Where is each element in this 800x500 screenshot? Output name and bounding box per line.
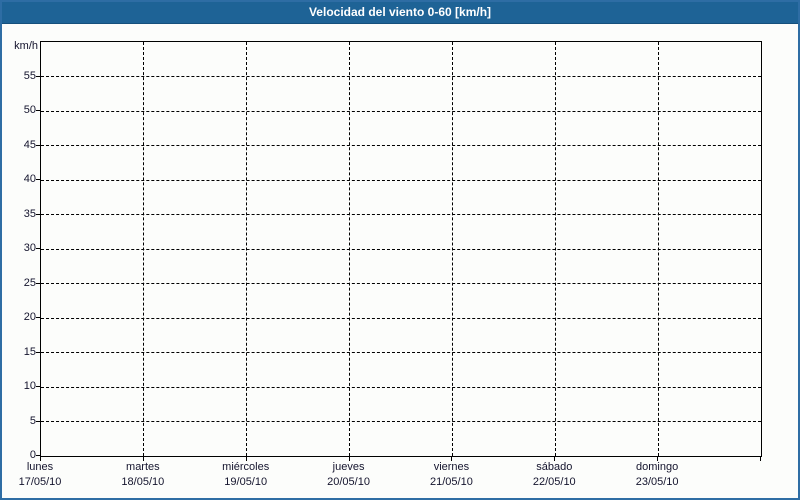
x-gridline [657,42,659,456]
y-gridline [41,110,761,112]
x-gridline [451,42,453,456]
y-axis-tick [36,110,41,111]
y-axis-tick [36,213,41,215]
day-date: 23/05/10 [635,476,679,488]
y-axis-tick-label: 55 [23,69,36,82]
day-name: miércoles [222,461,270,473]
y-gridline [41,421,761,422]
day-date: 20/05/10 [327,476,370,488]
y-axis-tick-label: 50 [23,104,36,116]
y-axis-tick [36,420,41,422]
y-axis-tick-label: 25 [23,276,36,289]
chart-canvas: km/h 0 5 10 15 20 25 30 35 40 45 50 55 lunes 17/05/1… [2,2,798,498]
y-axis-tick [36,282,41,284]
y-axis-tick [36,351,41,353]
day-date: 19/05/10 [224,476,268,488]
day-date: 17/05/10 [18,476,62,488]
y-gridline [41,283,761,284]
y-axis-tick-label: 20 [23,311,36,323]
x-axis-day-label: martes 18/05/10 [91,460,195,490]
x-gridline [349,42,351,456]
plot-area [40,41,762,457]
x-gridline [246,42,248,456]
day-name: lunes [26,461,54,473]
y-gridline [41,145,761,146]
y-axis-tick-label: 45 [23,138,36,151]
y-gridline [41,386,761,388]
x-gridline [143,42,145,456]
day-name: domingo [636,461,679,473]
y-axis-tick-label: 15 [23,345,36,358]
y-gridline [41,248,761,250]
y-axis-tick-label: 30 [23,242,36,254]
y-axis-tick [36,317,41,318]
y-gridline [41,214,761,215]
day-name: sábado [536,461,573,473]
y-axis-unit-label: km/h [14,40,38,52]
y-axis-tick-label: 35 [23,207,36,220]
y-gridline [41,352,761,353]
day-date: 18/05/10 [121,476,165,488]
x-axis-day-label: sábado 22/05/10 [502,460,606,490]
y-axis-tick [36,179,41,180]
day-name: martes [126,461,160,473]
y-axis-tick-label: 40 [23,173,36,185]
x-axis-day-label: lunes 17/05/10 [2,460,92,490]
day-name: viernes [433,461,470,473]
y-axis-tick [36,75,41,77]
y-axis-tick-label: 10 [23,380,36,392]
day-name: jueves [332,461,365,473]
y-gridline [41,317,761,319]
x-axis-tick [760,456,761,461]
y-axis-tick [36,144,41,146]
y-axis-tick [36,248,41,249]
y-axis-tick-label: 5 [29,414,36,427]
y-axis-tick [36,386,41,387]
x-axis-day-label: miércoles 19/05/10 [194,460,298,490]
y-gridline [41,179,761,181]
x-axis-day-label: domingo 23/05/10 [605,460,709,490]
day-date: 21/05/10 [430,476,473,488]
y-gridline [41,76,761,77]
chart-window: Velocidad del viento 0-60 [km/h] km/h 05… [0,0,800,500]
x-axis-day-label: viernes 21/05/10 [399,460,503,490]
x-gridline [554,42,556,456]
day-date: 22/05/10 [532,476,576,488]
x-axis-day-label: jueves 20/05/10 [297,460,401,490]
